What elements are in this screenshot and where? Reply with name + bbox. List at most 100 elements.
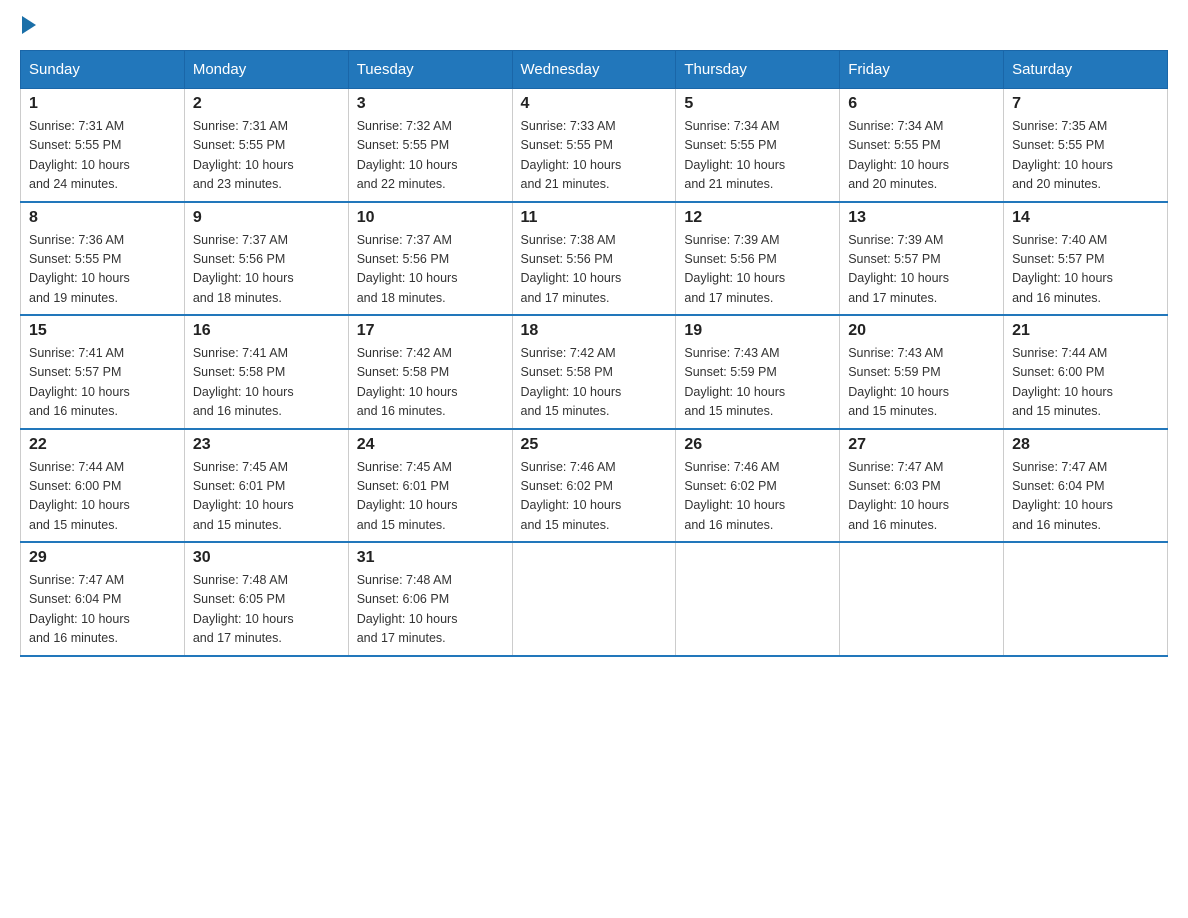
calendar-cell: 19 Sunrise: 7:43 AM Sunset: 5:59 PM Dayl… [676, 315, 840, 429]
header-saturday: Saturday [1004, 51, 1168, 89]
day-info: Sunrise: 7:37 AM Sunset: 5:56 PM Dayligh… [357, 231, 504, 309]
calendar-cell: 21 Sunrise: 7:44 AM Sunset: 6:00 PM Dayl… [1004, 315, 1168, 429]
day-number: 15 [29, 322, 176, 340]
day-info: Sunrise: 7:31 AM Sunset: 5:55 PM Dayligh… [193, 117, 340, 195]
day-info: Sunrise: 7:45 AM Sunset: 6:01 PM Dayligh… [357, 458, 504, 536]
logo [20, 20, 36, 30]
day-info: Sunrise: 7:41 AM Sunset: 5:58 PM Dayligh… [193, 344, 340, 422]
day-number: 10 [357, 209, 504, 227]
day-info: Sunrise: 7:38 AM Sunset: 5:56 PM Dayligh… [521, 231, 668, 309]
calendar-cell: 27 Sunrise: 7:47 AM Sunset: 6:03 PM Dayl… [840, 429, 1004, 543]
day-info: Sunrise: 7:42 AM Sunset: 5:58 PM Dayligh… [521, 344, 668, 422]
day-info: Sunrise: 7:46 AM Sunset: 6:02 PM Dayligh… [521, 458, 668, 536]
calendar-cell: 9 Sunrise: 7:37 AM Sunset: 5:56 PM Dayli… [184, 202, 348, 316]
day-info: Sunrise: 7:42 AM Sunset: 5:58 PM Dayligh… [357, 344, 504, 422]
day-number: 16 [193, 322, 340, 340]
day-info: Sunrise: 7:39 AM Sunset: 5:56 PM Dayligh… [684, 231, 831, 309]
day-info: Sunrise: 7:47 AM Sunset: 6:04 PM Dayligh… [29, 571, 176, 649]
calendar-cell: 13 Sunrise: 7:39 AM Sunset: 5:57 PM Dayl… [840, 202, 1004, 316]
calendar-cell: 24 Sunrise: 7:45 AM Sunset: 6:01 PM Dayl… [348, 429, 512, 543]
day-number: 22 [29, 436, 176, 454]
day-info: Sunrise: 7:40 AM Sunset: 5:57 PM Dayligh… [1012, 231, 1159, 309]
calendar-cell: 8 Sunrise: 7:36 AM Sunset: 5:55 PM Dayli… [21, 202, 185, 316]
day-number: 13 [848, 209, 995, 227]
header-sunday: Sunday [21, 51, 185, 89]
calendar-cell: 5 Sunrise: 7:34 AM Sunset: 5:55 PM Dayli… [676, 89, 840, 202]
day-number: 12 [684, 209, 831, 227]
day-info: Sunrise: 7:33 AM Sunset: 5:55 PM Dayligh… [521, 117, 668, 195]
calendar-cell: 25 Sunrise: 7:46 AM Sunset: 6:02 PM Dayl… [512, 429, 676, 543]
header-tuesday: Tuesday [348, 51, 512, 89]
calendar-cell [1004, 542, 1168, 656]
day-number: 4 [521, 95, 668, 113]
calendar-cell: 31 Sunrise: 7:48 AM Sunset: 6:06 PM Dayl… [348, 542, 512, 656]
day-number: 7 [1012, 95, 1159, 113]
day-number: 9 [193, 209, 340, 227]
day-number: 2 [193, 95, 340, 113]
day-info: Sunrise: 7:36 AM Sunset: 5:55 PM Dayligh… [29, 231, 176, 309]
day-info: Sunrise: 7:43 AM Sunset: 5:59 PM Dayligh… [684, 344, 831, 422]
day-info: Sunrise: 7:34 AM Sunset: 5:55 PM Dayligh… [684, 117, 831, 195]
day-number: 6 [848, 95, 995, 113]
calendar-cell: 2 Sunrise: 7:31 AM Sunset: 5:55 PM Dayli… [184, 89, 348, 202]
day-info: Sunrise: 7:48 AM Sunset: 6:06 PM Dayligh… [357, 571, 504, 649]
header-wednesday: Wednesday [512, 51, 676, 89]
day-info: Sunrise: 7:37 AM Sunset: 5:56 PM Dayligh… [193, 231, 340, 309]
logo-arrow-icon [22, 16, 36, 34]
calendar-cell: 6 Sunrise: 7:34 AM Sunset: 5:55 PM Dayli… [840, 89, 1004, 202]
calendar-cell: 7 Sunrise: 7:35 AM Sunset: 5:55 PM Dayli… [1004, 89, 1168, 202]
week-row-5: 29 Sunrise: 7:47 AM Sunset: 6:04 PM Dayl… [21, 542, 1168, 656]
calendar-cell: 26 Sunrise: 7:46 AM Sunset: 6:02 PM Dayl… [676, 429, 840, 543]
day-info: Sunrise: 7:44 AM Sunset: 6:00 PM Dayligh… [29, 458, 176, 536]
day-info: Sunrise: 7:48 AM Sunset: 6:05 PM Dayligh… [193, 571, 340, 649]
calendar-cell: 3 Sunrise: 7:32 AM Sunset: 5:55 PM Dayli… [348, 89, 512, 202]
day-number: 21 [1012, 322, 1159, 340]
week-row-4: 22 Sunrise: 7:44 AM Sunset: 6:00 PM Dayl… [21, 429, 1168, 543]
day-number: 19 [684, 322, 831, 340]
day-number: 27 [848, 436, 995, 454]
calendar-cell: 14 Sunrise: 7:40 AM Sunset: 5:57 PM Dayl… [1004, 202, 1168, 316]
day-info: Sunrise: 7:47 AM Sunset: 6:04 PM Dayligh… [1012, 458, 1159, 536]
day-info: Sunrise: 7:46 AM Sunset: 6:02 PM Dayligh… [684, 458, 831, 536]
calendar-cell: 15 Sunrise: 7:41 AM Sunset: 5:57 PM Dayl… [21, 315, 185, 429]
calendar-cell: 16 Sunrise: 7:41 AM Sunset: 5:58 PM Dayl… [184, 315, 348, 429]
day-number: 23 [193, 436, 340, 454]
calendar-cell: 29 Sunrise: 7:47 AM Sunset: 6:04 PM Dayl… [21, 542, 185, 656]
calendar-cell: 22 Sunrise: 7:44 AM Sunset: 6:00 PM Dayl… [21, 429, 185, 543]
day-number: 31 [357, 549, 504, 567]
day-info: Sunrise: 7:44 AM Sunset: 6:00 PM Dayligh… [1012, 344, 1159, 422]
calendar-cell: 28 Sunrise: 7:47 AM Sunset: 6:04 PM Dayl… [1004, 429, 1168, 543]
day-number: 30 [193, 549, 340, 567]
day-info: Sunrise: 7:31 AM Sunset: 5:55 PM Dayligh… [29, 117, 176, 195]
day-number: 17 [357, 322, 504, 340]
calendar-cell [512, 542, 676, 656]
day-info: Sunrise: 7:39 AM Sunset: 5:57 PM Dayligh… [848, 231, 995, 309]
day-number: 1 [29, 95, 176, 113]
calendar-cell [840, 542, 1004, 656]
day-number: 26 [684, 436, 831, 454]
day-number: 3 [357, 95, 504, 113]
header-thursday: Thursday [676, 51, 840, 89]
header-friday: Friday [840, 51, 1004, 89]
week-row-1: 1 Sunrise: 7:31 AM Sunset: 5:55 PM Dayli… [21, 89, 1168, 202]
day-number: 20 [848, 322, 995, 340]
day-info: Sunrise: 7:41 AM Sunset: 5:57 PM Dayligh… [29, 344, 176, 422]
day-number: 28 [1012, 436, 1159, 454]
calendar-cell: 18 Sunrise: 7:42 AM Sunset: 5:58 PM Dayl… [512, 315, 676, 429]
week-row-2: 8 Sunrise: 7:36 AM Sunset: 5:55 PM Dayli… [21, 202, 1168, 316]
day-number: 5 [684, 95, 831, 113]
calendar-header-row: SundayMondayTuesdayWednesdayThursdayFrid… [21, 51, 1168, 89]
day-number: 29 [29, 549, 176, 567]
page-header [20, 20, 1168, 30]
day-info: Sunrise: 7:43 AM Sunset: 5:59 PM Dayligh… [848, 344, 995, 422]
day-number: 8 [29, 209, 176, 227]
day-number: 25 [521, 436, 668, 454]
calendar-cell: 11 Sunrise: 7:38 AM Sunset: 5:56 PM Dayl… [512, 202, 676, 316]
calendar-cell: 10 Sunrise: 7:37 AM Sunset: 5:56 PM Dayl… [348, 202, 512, 316]
calendar-cell: 23 Sunrise: 7:45 AM Sunset: 6:01 PM Dayl… [184, 429, 348, 543]
week-row-3: 15 Sunrise: 7:41 AM Sunset: 5:57 PM Dayl… [21, 315, 1168, 429]
day-number: 11 [521, 209, 668, 227]
calendar-cell: 17 Sunrise: 7:42 AM Sunset: 5:58 PM Dayl… [348, 315, 512, 429]
day-info: Sunrise: 7:47 AM Sunset: 6:03 PM Dayligh… [848, 458, 995, 536]
header-monday: Monday [184, 51, 348, 89]
